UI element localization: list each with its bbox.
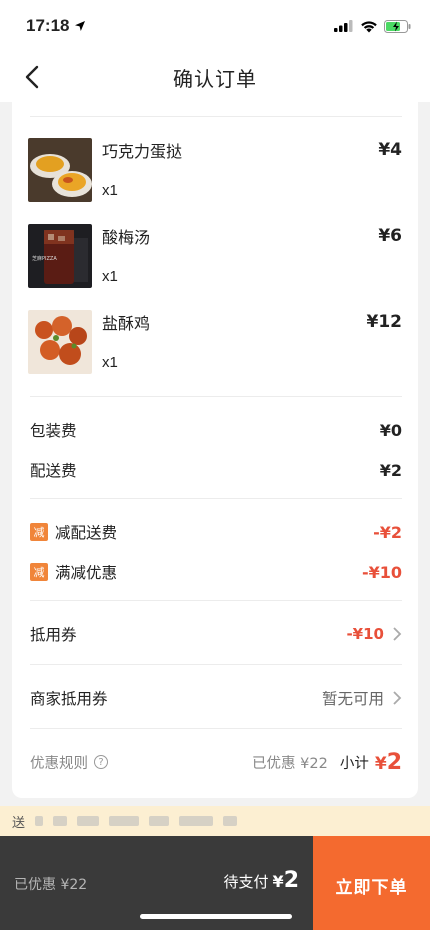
delivery-discount-label-group: 减 减配送费: [30, 521, 117, 543]
delivery-fee-row: 配送费 ¥2: [30, 458, 402, 482]
back-chevron-icon[interactable]: [20, 64, 46, 90]
subtotal-label: 小计: [339, 755, 369, 772]
page-title: 确认订单: [173, 66, 257, 91]
voucher-value-group[interactable]: -¥10: [346, 625, 402, 643]
item-quantity: x1: [102, 182, 118, 199]
item-quantity: x1: [102, 268, 118, 285]
discount-rules-link[interactable]: 优惠规则 ?: [30, 752, 108, 773]
discount-tag: 减: [30, 523, 48, 541]
chevron-right-icon: [393, 691, 402, 705]
item-quantity: x1: [102, 354, 118, 371]
item-name: 盐酥鸡: [102, 314, 151, 333]
divider: [30, 728, 402, 729]
subtotal-value: ¥2: [375, 750, 402, 775]
full-reduction-row: 减 满减优惠 -¥10: [30, 560, 402, 584]
delivery-discount-value: -¥2: [373, 522, 402, 542]
svg-text:芝麻PIZZA: 芝麻PIZZA: [32, 255, 57, 262]
merchant-voucher-row[interactable]: 商家抵用券 暂无可用: [30, 686, 402, 710]
notice-prefix: 送: [12, 815, 26, 831]
obscured-notice-text: [35, 816, 238, 826]
status-bar: 17:18: [0, 0, 430, 52]
order-card: 巧克力蛋挞 x1 ¥4 芝麻PIZZA 酸梅汤 x1 ¥6 盐酥鸡 x1 ¥12…: [12, 102, 418, 798]
delivery-notice-banner: 送: [0, 806, 430, 836]
status-icons: [334, 19, 412, 33]
discount-rules-label: 优惠规则: [30, 755, 88, 772]
delivery-fee-label: 配送费: [30, 462, 77, 480]
full-reduction-label: 满减优惠: [55, 564, 118, 582]
packaging-fee-row: 包装费 ¥0: [30, 418, 402, 442]
sour-plum-drink-thumbnail: 芝麻PIZZA: [28, 224, 92, 288]
divider: [30, 498, 402, 499]
to-pay-value: ¥2: [273, 868, 299, 893]
full-reduction-label-group: 减 满减优惠: [30, 561, 117, 583]
summary-totals: 已优惠 ¥22 小计 ¥2: [252, 750, 402, 775]
wifi-icon: [361, 20, 377, 32]
order-item: 芝麻PIZZA 酸梅汤 x1 ¥6: [28, 224, 402, 290]
to-pay-group: 待支付 ¥2: [224, 868, 299, 893]
delivery-fee-value: ¥2: [379, 460, 402, 480]
item-name: 酸梅汤: [102, 228, 151, 247]
location-arrow-icon: [75, 21, 86, 31]
divider: [30, 600, 402, 601]
divider: [30, 116, 402, 117]
merchant-voucher-value: 暂无可用: [321, 690, 384, 708]
home-indicator[interactable]: [140, 914, 292, 919]
delivery-discount-label: 减配送费: [55, 524, 118, 542]
bottom-saved: 已优惠 ¥22: [14, 877, 88, 893]
item-name: 巧克力蛋挞: [102, 142, 183, 161]
item-price: ¥4: [378, 140, 402, 160]
voucher-row[interactable]: 抵用券 -¥10: [30, 622, 402, 646]
status-time-group: 17:18: [26, 16, 86, 36]
to-pay-label: 待支付: [223, 873, 269, 891]
summary-row: 优惠规则 ? 已优惠 ¥22 小计 ¥2: [30, 750, 402, 775]
to-pay-currency: ¥: [272, 872, 284, 891]
fried-chicken-thumbnail: [28, 310, 92, 374]
discount-tag: 减: [30, 563, 48, 581]
place-order-button[interactable]: 立即下单: [313, 836, 430, 930]
divider: [30, 396, 402, 397]
divider: [30, 664, 402, 665]
nav-bar: 确认订单: [0, 52, 430, 102]
packaging-fee-value: ¥0: [379, 420, 402, 440]
merchant-voucher-label: 商家抵用券: [30, 690, 108, 708]
order-item: 巧克力蛋挞 x1 ¥4: [28, 138, 402, 204]
status-time: 17:18: [26, 16, 70, 35]
item-price: ¥12: [366, 312, 403, 332]
summary-saved: 已优惠 ¥22: [252, 755, 328, 772]
voucher-value: -¥10: [346, 625, 384, 643]
order-item: 盐酥鸡 x1 ¥12: [28, 310, 402, 376]
subtotal-amount: 2: [386, 749, 402, 775]
voucher-label: 抵用券: [30, 626, 77, 644]
full-reduction-value: -¥10: [361, 562, 402, 582]
cellular-signal-icon: [334, 20, 353, 32]
egg-tart-thumbnail: [28, 138, 92, 202]
subtotal-currency: ¥: [374, 753, 387, 774]
to-pay-amount: 2: [283, 868, 299, 893]
item-price: ¥6: [378, 226, 402, 246]
merchant-voucher-value-group[interactable]: 暂无可用: [322, 687, 402, 709]
chevron-right-icon: [393, 627, 402, 641]
question-mark-icon: ?: [94, 755, 108, 769]
packaging-fee-label: 包装费: [30, 422, 77, 440]
battery-charging-icon: [384, 19, 411, 33]
delivery-discount-row: 减 减配送费 -¥2: [30, 520, 402, 544]
